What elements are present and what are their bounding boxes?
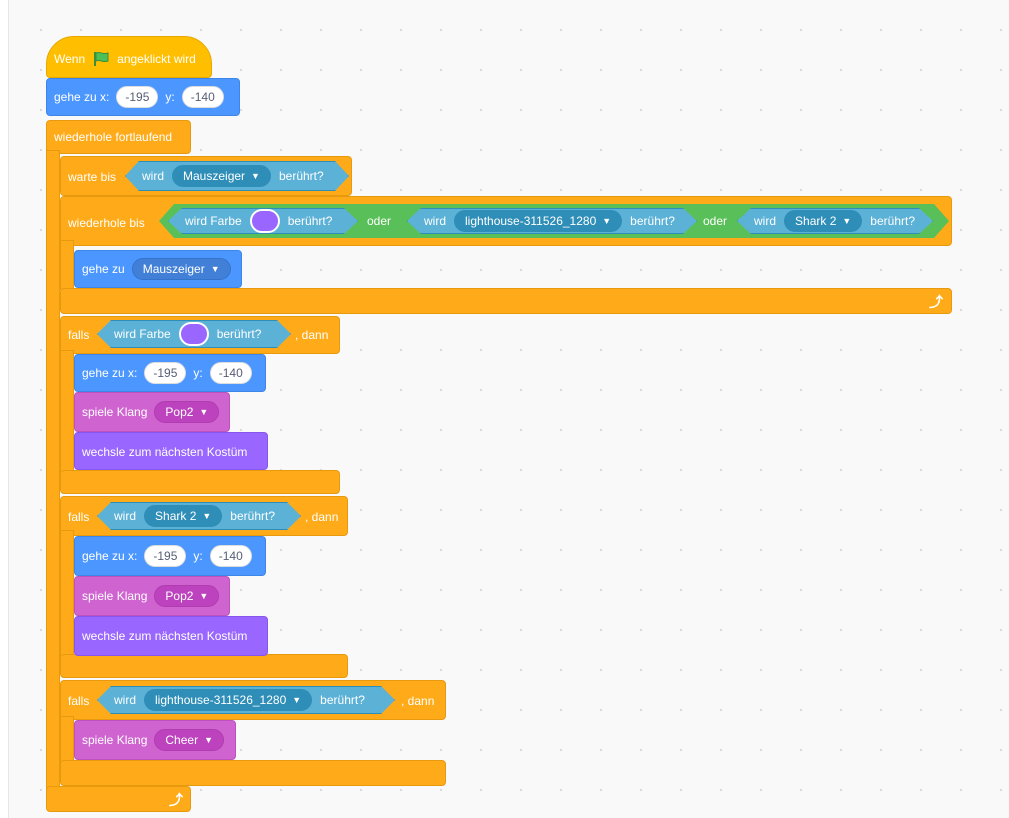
touched-label: berührt? [216,327,262,341]
sound-dropdown[interactable]: Cheer ▼ [154,729,224,751]
if-label: falls [68,694,90,708]
touching-label: wird [424,214,447,228]
x-input[interactable]: -195 [144,362,187,384]
hat-label-clicked: angeklickt wird [117,52,196,66]
wait-until-label: warte bis [68,170,117,184]
green-flag-icon [94,51,109,66]
y-input[interactable]: -140 [209,545,252,567]
y-label: y: [165,90,175,104]
x-input[interactable]: -195 [144,545,187,567]
touch-target-dropdown[interactable]: Shark 2 ▼ [784,210,862,232]
if-color-block-side [60,350,74,475]
or-label-2: oder [703,214,728,228]
y-input[interactable]: -140 [181,86,224,108]
x-input[interactable]: -195 [116,86,159,108]
sound-dropdown[interactable]: Pop2 ▼ [154,585,220,607]
touch-target-dropdown[interactable]: lighthouse-311526_1280 ▼ [454,210,622,232]
y-label: y: [193,549,203,563]
forever-label: wiederhole fortlaufend [54,130,173,144]
next-costume-label: wechsle zum nächsten Kostüm [82,629,248,643]
play-sound-label: spiele Klang [82,405,148,419]
if-shark-block-side [60,530,74,658]
touched-label: berührt? [320,693,365,707]
if-label: falls [68,510,90,524]
touching-label: wird [142,169,165,183]
play-sound-label: spiele Klang [82,733,148,747]
touching-shark-condition[interactable]: wird Shark 2 ▼ berührt? [97,502,301,530]
if-color-block-bottom [60,470,340,494]
forever-block-side [46,150,60,790]
then-label: , dann [305,510,339,524]
touched-label: berührt? [870,214,915,228]
touching-label: wird [114,693,137,707]
goto-label: gehe zu x: [82,549,138,563]
y-input[interactable]: -140 [209,362,252,384]
color-swatch[interactable] [250,209,280,233]
touching-color-label: wird Farbe [185,214,242,228]
touched-label: berührt? [230,509,275,523]
touching-mousepointer-condition[interactable]: wird Mauszeiger ▼ berührt? [125,161,349,191]
if-lighthouse-block-side [60,716,74,764]
y-label: y: [193,366,203,380]
then-label: , dann [401,694,435,708]
script-workspace[interactable]: ⤴ Wenn angeklickt wird gehe zu x: -195 y… [8,0,1009,818]
touching-lighthouse-condition[interactable]: wird lighthouse-311526_1280 ▼ berührt? [407,208,697,234]
touched-label: berührt? [287,214,333,228]
touched-label: berührt? [630,214,675,228]
hat-label-when: Wenn [54,52,86,66]
if-lighthouse-block-bottom [60,760,446,786]
goto-target-dropdown[interactable]: Mauszeiger ▼ [131,258,231,280]
touching-shark-condition[interactable]: wird Shark 2 ▼ berührt? [737,208,933,234]
play-sound-label: spiele Klang [82,589,148,603]
touching-label: wird [754,214,777,228]
goto-label: gehe zu [82,262,125,276]
if-shark-block-bottom [60,654,348,678]
touching-color-label: wird Farbe [114,327,171,341]
repeat-until-label: wiederhole bis [68,216,145,230]
repeat-until-block-bottom[interactable] [60,288,952,314]
if-label: falls [68,328,90,342]
then-label: , dann [295,328,329,342]
touch-target-dropdown[interactable]: Shark 2 ▼ [144,505,222,527]
touching-lighthouse-condition[interactable]: wird lighthouse-311526_1280 ▼ berührt? [97,686,395,714]
forever-loop-arrow-icon: ⤴ [169,792,183,808]
goto-label: gehe zu x: [82,366,138,380]
touching-color-condition[interactable]: wird Farbe berührt? [97,320,291,348]
next-costume-label: wechsle zum nächsten Kostüm [82,445,248,459]
or-label-1: oder [367,214,392,228]
touching-color-condition[interactable]: wird Farbe berührt? [168,208,358,234]
touch-target-dropdown[interactable]: lighthouse-311526_1280 ▼ [144,689,312,711]
color-swatch[interactable] [179,322,209,346]
touch-target-dropdown[interactable]: Mauszeiger ▼ [172,165,271,187]
repeat-loop-arrow-icon: ⤴ [929,294,943,310]
touched-label: berührt? [278,169,324,183]
goto-label: gehe zu x: [54,90,110,104]
sound-dropdown[interactable]: Pop2 ▼ [154,401,220,423]
touching-label: wird [114,509,137,523]
repeat-until-block-side [60,240,74,290]
